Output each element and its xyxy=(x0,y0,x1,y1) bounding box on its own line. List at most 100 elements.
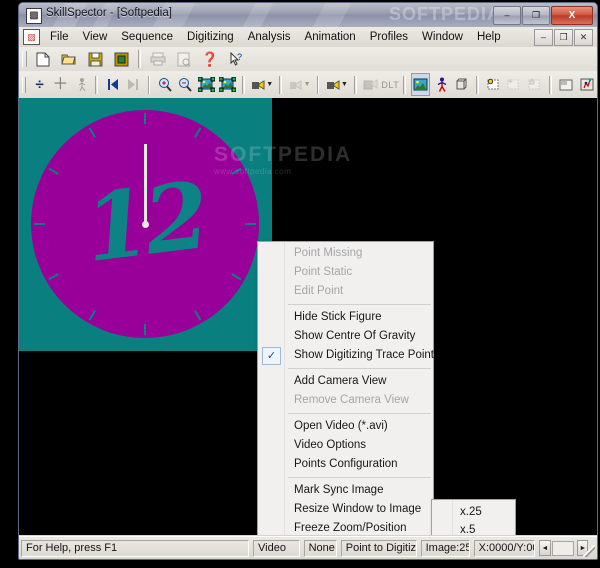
clock-tick xyxy=(48,273,59,281)
ctx-remove-camera-view[interactable]: Remove Camera View xyxy=(258,391,433,410)
ctx-resize-window-to-image[interactable]: Resize Window to Image xyxy=(258,500,433,519)
ctx-show-digitizing-trace-point[interactable]: ✓ Show Digitizing Trace Point xyxy=(258,346,434,365)
print-preview-button[interactable] xyxy=(172,48,196,71)
status-image: Image:258/148 xyxy=(420,539,470,557)
context-menu-separator xyxy=(288,304,431,305)
context-menu-separator xyxy=(288,477,431,478)
resize-grip[interactable] xyxy=(583,545,595,557)
clock-tick xyxy=(144,324,146,335)
ctx-point-missing[interactable]: Point Missing xyxy=(258,244,433,263)
zoom-submenu: x.25 x.5 x1 x2 x3 x4 xyxy=(431,499,516,535)
menu-profiles[interactable]: Profiles xyxy=(363,29,415,45)
fit-image-alt-button[interactable] xyxy=(218,73,237,96)
toolbar-grip[interactable] xyxy=(22,51,27,67)
analysis-3d-button[interactable] xyxy=(577,73,596,96)
show-image-button[interactable] xyxy=(411,73,430,96)
dlt-calibration-button[interactable] xyxy=(362,73,381,96)
menu-animation[interactable]: Animation xyxy=(298,29,363,45)
clock-tick xyxy=(245,223,256,225)
svg-text:?: ? xyxy=(237,52,242,62)
ctx-open-video[interactable]: Open Video (*.avi) xyxy=(258,417,433,436)
fit-image-button[interactable] xyxy=(197,73,216,96)
clock-tick xyxy=(48,167,59,175)
clock-tick xyxy=(88,127,96,138)
print-button[interactable] xyxy=(146,48,170,71)
horizontal-scrollbar[interactable] xyxy=(551,540,575,556)
minimize-button[interactable]: – xyxy=(493,6,521,25)
app-icon: ▩ xyxy=(26,8,42,24)
clock-tick xyxy=(88,310,96,321)
ctx-points-configuration[interactable]: Points Configuration xyxy=(258,455,433,474)
camera-dropdown-arrow[interactable]: ▼ xyxy=(266,81,273,88)
menu-sequence[interactable]: Sequence xyxy=(114,29,180,45)
toolbar-grip[interactable] xyxy=(22,76,27,93)
toolbar-separator xyxy=(353,75,357,94)
context-help-button[interactable]: ? xyxy=(224,48,248,71)
show-stick-figure-button[interactable] xyxy=(432,73,451,96)
context-menu-separator xyxy=(288,413,431,414)
ctx-point-static[interactable]: Point Static xyxy=(258,263,433,282)
title-bar: SOFTPEDIA ▩ SkillSpector - [Softpedia] –… xyxy=(19,3,597,28)
add-button[interactable]: ＋ xyxy=(51,73,70,96)
close-button[interactable]: X xyxy=(551,6,593,25)
menu-analysis[interactable]: Analysis xyxy=(241,29,298,45)
maximize-button[interactable]: ❐ xyxy=(522,6,550,25)
point-lock-button[interactable] xyxy=(525,73,544,96)
ctx-add-camera-view[interactable]: Add Camera View xyxy=(258,372,433,391)
menu-window[interactable]: Window xyxy=(415,29,470,45)
about-button[interactable]: ❓ xyxy=(198,48,222,71)
toolbar-separator xyxy=(549,75,552,94)
calibration-dropdown-arrow[interactable]: ▼ xyxy=(304,81,311,88)
zoom-in-button[interactable] xyxy=(155,73,174,96)
application-window: SOFTPEDIA ▩ SkillSpector - [Softpedia] –… xyxy=(18,2,598,560)
digitizing-context-menu: Point Missing Point Static Edit Point Hi… xyxy=(257,241,434,535)
menu-bar: ▨ File View Sequence Digitizing Analysis… xyxy=(19,27,597,48)
divide-button[interactable]: ÷ xyxy=(30,73,49,96)
point-marker-button[interactable] xyxy=(484,73,503,96)
mdi-document-icon[interactable]: ▨ xyxy=(23,29,40,45)
mdi-client-area: 12 SOFTPEDIA www.softpedia.com Point Mis… xyxy=(19,98,597,535)
status-help: For Help, press F1 xyxy=(21,539,249,557)
menu-digitizing[interactable]: Digitizing xyxy=(180,29,241,45)
mdi-close-button[interactable]: ✕ xyxy=(574,29,593,46)
ctx-show-centre-of-gravity[interactable]: Show Centre Of Gravity xyxy=(258,327,433,346)
watermark-subtitle: www.softpedia.com xyxy=(214,167,292,176)
status-mode: Video xyxy=(253,539,300,557)
open-file-button[interactable] xyxy=(57,48,81,71)
ctx-freeze-zoom-position[interactable]: Freeze Zoom/Position xyxy=(258,519,433,535)
desktop-background: SOFTPEDIA ▩ SkillSpector - [Softpedia] –… xyxy=(0,0,600,568)
video-frame[interactable]: 12 xyxy=(19,98,272,351)
menu-help[interactable]: Help xyxy=(470,29,508,45)
ctx-mark-sync-image[interactable]: Mark Sync Image xyxy=(258,481,433,500)
new-figure-button[interactable] xyxy=(72,73,91,96)
new-file-button[interactable] xyxy=(31,48,55,71)
last-frame-button[interactable] xyxy=(124,73,143,96)
properties-button[interactable] xyxy=(557,73,576,96)
save-file-button[interactable] xyxy=(83,48,107,71)
ctx-hide-stick-figure[interactable]: Hide Stick Figure xyxy=(258,308,433,327)
save-3d-button[interactable] xyxy=(109,48,133,71)
mdi-restore-button[interactable]: ❐ xyxy=(554,29,573,46)
toolbar-separator xyxy=(476,75,479,94)
zoom-x05[interactable]: x.5 xyxy=(432,521,515,535)
ctx-video-options[interactable]: Video Options xyxy=(258,436,433,455)
menu-view[interactable]: View xyxy=(76,29,115,45)
digitizing-toolbar: ÷ ＋ ▼ ▼ ▼ DLT xyxy=(19,71,597,99)
standard-toolbar: ❓ ? xyxy=(19,47,597,72)
ctx-edit-point[interactable]: Edit Point xyxy=(258,282,433,301)
clock-hand xyxy=(143,144,147,224)
point-add-button[interactable] xyxy=(505,73,524,96)
camera2-dropdown-arrow[interactable]: ▼ xyxy=(341,81,348,88)
mdi-minimize-button[interactable]: – xyxy=(534,29,553,46)
zoom-x025[interactable]: x.25 xyxy=(432,503,515,521)
zoom-out-button[interactable] xyxy=(176,73,195,96)
clock-tick xyxy=(194,310,202,321)
toolbar-separator xyxy=(316,75,320,94)
first-frame-button[interactable] xyxy=(103,73,122,96)
menu-file[interactable]: File xyxy=(43,29,76,45)
title-streak xyxy=(312,3,352,27)
scroll-left-button[interactable]: ◄ xyxy=(539,540,551,556)
toolbar-separator xyxy=(279,75,282,94)
title-streak xyxy=(242,3,274,27)
show-cube-button[interactable] xyxy=(452,73,471,96)
